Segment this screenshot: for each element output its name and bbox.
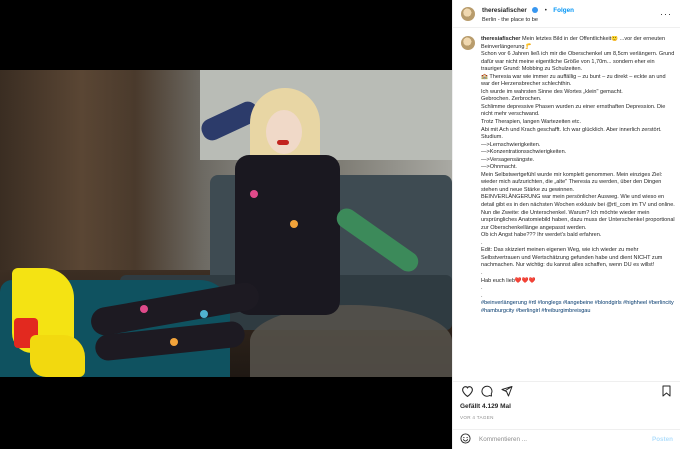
post-image-pane [0,0,452,449]
likes-count[interactable]: Gefällt 4.129 Mal [460,403,511,410]
verified-badge-icon [532,6,539,13]
photo-pattern-dot [250,190,258,198]
photo-pattern-dot [140,305,148,313]
avatar[interactable] [461,6,475,21]
post-comment-button[interactable]: Posten [652,436,673,443]
bookmark-icon[interactable] [659,384,673,398]
photo-pattern-dot [290,220,298,228]
photo-pattern-dot [170,338,178,346]
share-icon[interactable] [500,384,514,398]
caption-hashtags[interactable]: #beinverlängerung #rtl #longlegs #langeb… [481,300,675,314]
post-sidebar: theresiafischer • Folgen Berlin - the pl… [452,0,680,449]
header-meta: theresiafischer • Folgen Berlin - the pl… [482,3,660,25]
photo-pattern-dot [200,310,208,318]
separator-dot: • [544,7,547,14]
caption-body: Mein letztes Bild in der Öffentlichkeit🙂… [481,36,675,299]
comment-input[interactable] [479,436,652,443]
caption-text: theresiafischer Mein letztes Bild in der… [481,36,676,375]
follow-button[interactable]: Folgen [553,7,574,14]
heart-icon[interactable] [460,384,474,398]
username-link[interactable]: theresiafischer [482,7,527,14]
smiley-icon[interactable] [460,431,471,449]
post-header: theresiafischer • Folgen Berlin - the pl… [453,0,680,28]
caption-area: theresiafischer Mein letztes Bild in der… [461,36,676,375]
location-link[interactable]: Berlin - the place to be [482,16,660,25]
comment-bar: Posten [453,429,680,449]
post-date[interactable]: VOR 4 TAGEN [460,415,494,420]
comment-icon[interactable] [480,384,494,398]
post-photo[interactable] [0,70,452,377]
caption-username-link[interactable]: theresiafischer [481,36,520,42]
photo-face [266,110,302,154]
action-bar [453,381,680,399]
more-options-icon[interactable]: ··· [660,9,672,19]
avatar[interactable] [461,36,475,50]
photo-table [250,305,452,377]
photo-shoe [30,335,85,377]
photo-lips [277,140,289,145]
